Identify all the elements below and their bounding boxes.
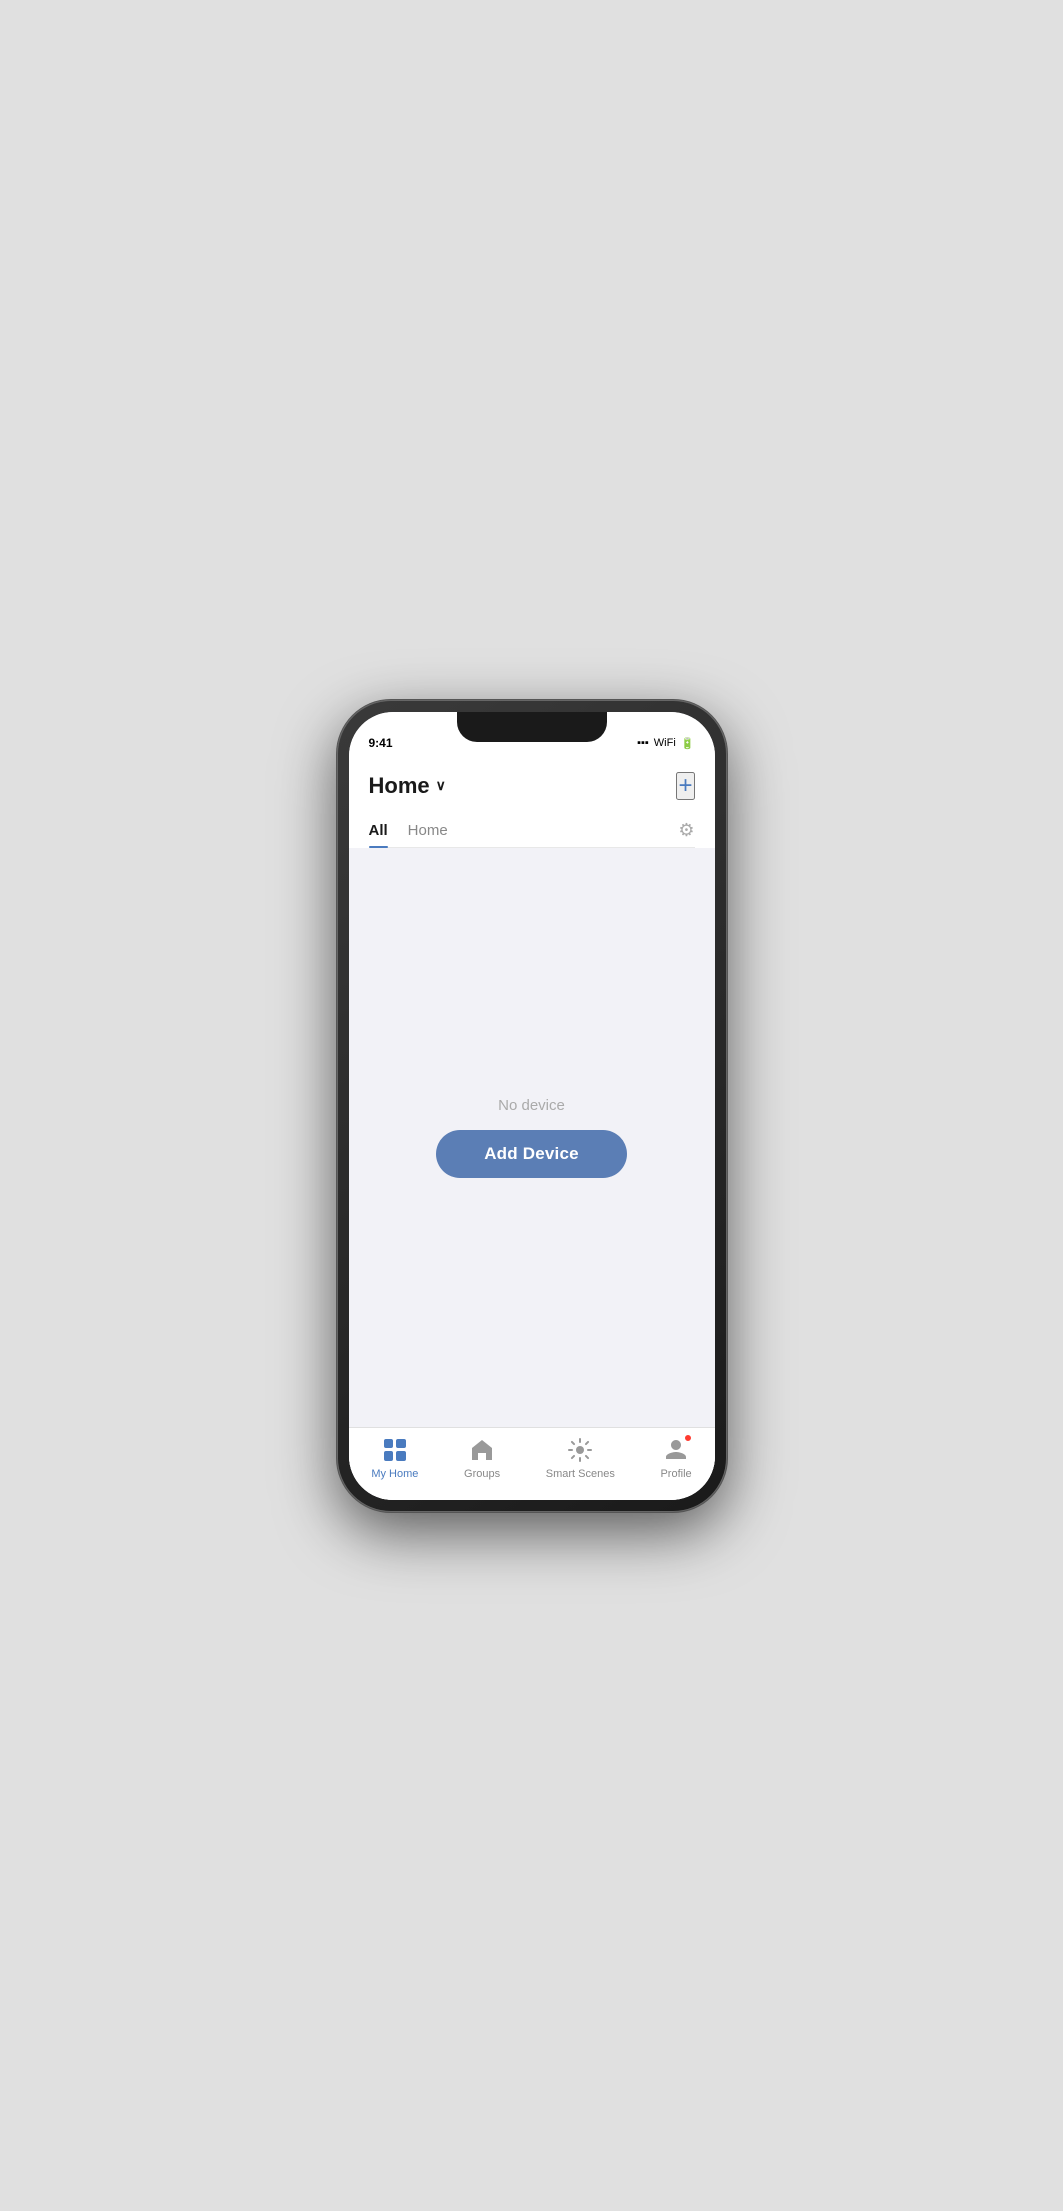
notification-badge (684, 1434, 692, 1442)
signal-icon: ▪▪▪ (637, 737, 649, 749)
main-area: No device Add Device (349, 848, 715, 1427)
status-icons: ▪▪▪ WiFi 🔋 (637, 737, 694, 750)
tabs-bar: All Home ⚙ (369, 814, 695, 848)
tab-item-groups[interactable]: Groups (464, 1436, 500, 1480)
tab-home[interactable]: Home (408, 814, 448, 847)
gear-icon[interactable]: ⚙ (678, 820, 694, 841)
home-title: Home ∨ (369, 773, 446, 799)
phone-frame: 9:41 ▪▪▪ WiFi 🔋 Home ∨ + All (337, 700, 727, 1512)
chevron-down-icon[interactable]: ∨ (436, 777, 446, 794)
groups-label: Groups (464, 1468, 500, 1480)
notch (457, 712, 607, 742)
wifi-icon: WiFi (654, 737, 676, 749)
tab-all[interactable]: All (369, 814, 388, 847)
tab-item-my-home[interactable]: My Home (371, 1436, 418, 1480)
groups-icon (468, 1436, 496, 1464)
header-top: Home ∨ + (369, 772, 695, 800)
my-home-icon (381, 1436, 409, 1464)
profile-label: Profile (660, 1468, 691, 1480)
no-device-label: No device (498, 1097, 565, 1114)
tab-item-smart-scenes[interactable]: Smart Scenes (546, 1436, 615, 1480)
header: Home ∨ + All Home ⚙ (349, 756, 715, 848)
tab-item-profile[interactable]: Profile (660, 1436, 691, 1480)
my-home-label: My Home (371, 1468, 418, 1480)
smart-scenes-icon (566, 1436, 594, 1464)
app-content: Home ∨ + All Home ⚙ No device (349, 756, 715, 1500)
profile-icon (662, 1436, 690, 1464)
status-time: 9:41 (369, 736, 393, 750)
bottom-tab-bar: My Home Groups (349, 1427, 715, 1500)
add-button[interactable]: + (676, 772, 694, 800)
battery-icon: 🔋 (681, 737, 695, 750)
add-device-button[interactable]: Add Device (436, 1130, 627, 1178)
home-title-text: Home (369, 773, 430, 799)
phone-screen: 9:41 ▪▪▪ WiFi 🔋 Home ∨ + All (349, 712, 715, 1500)
smart-scenes-label: Smart Scenes (546, 1468, 615, 1480)
